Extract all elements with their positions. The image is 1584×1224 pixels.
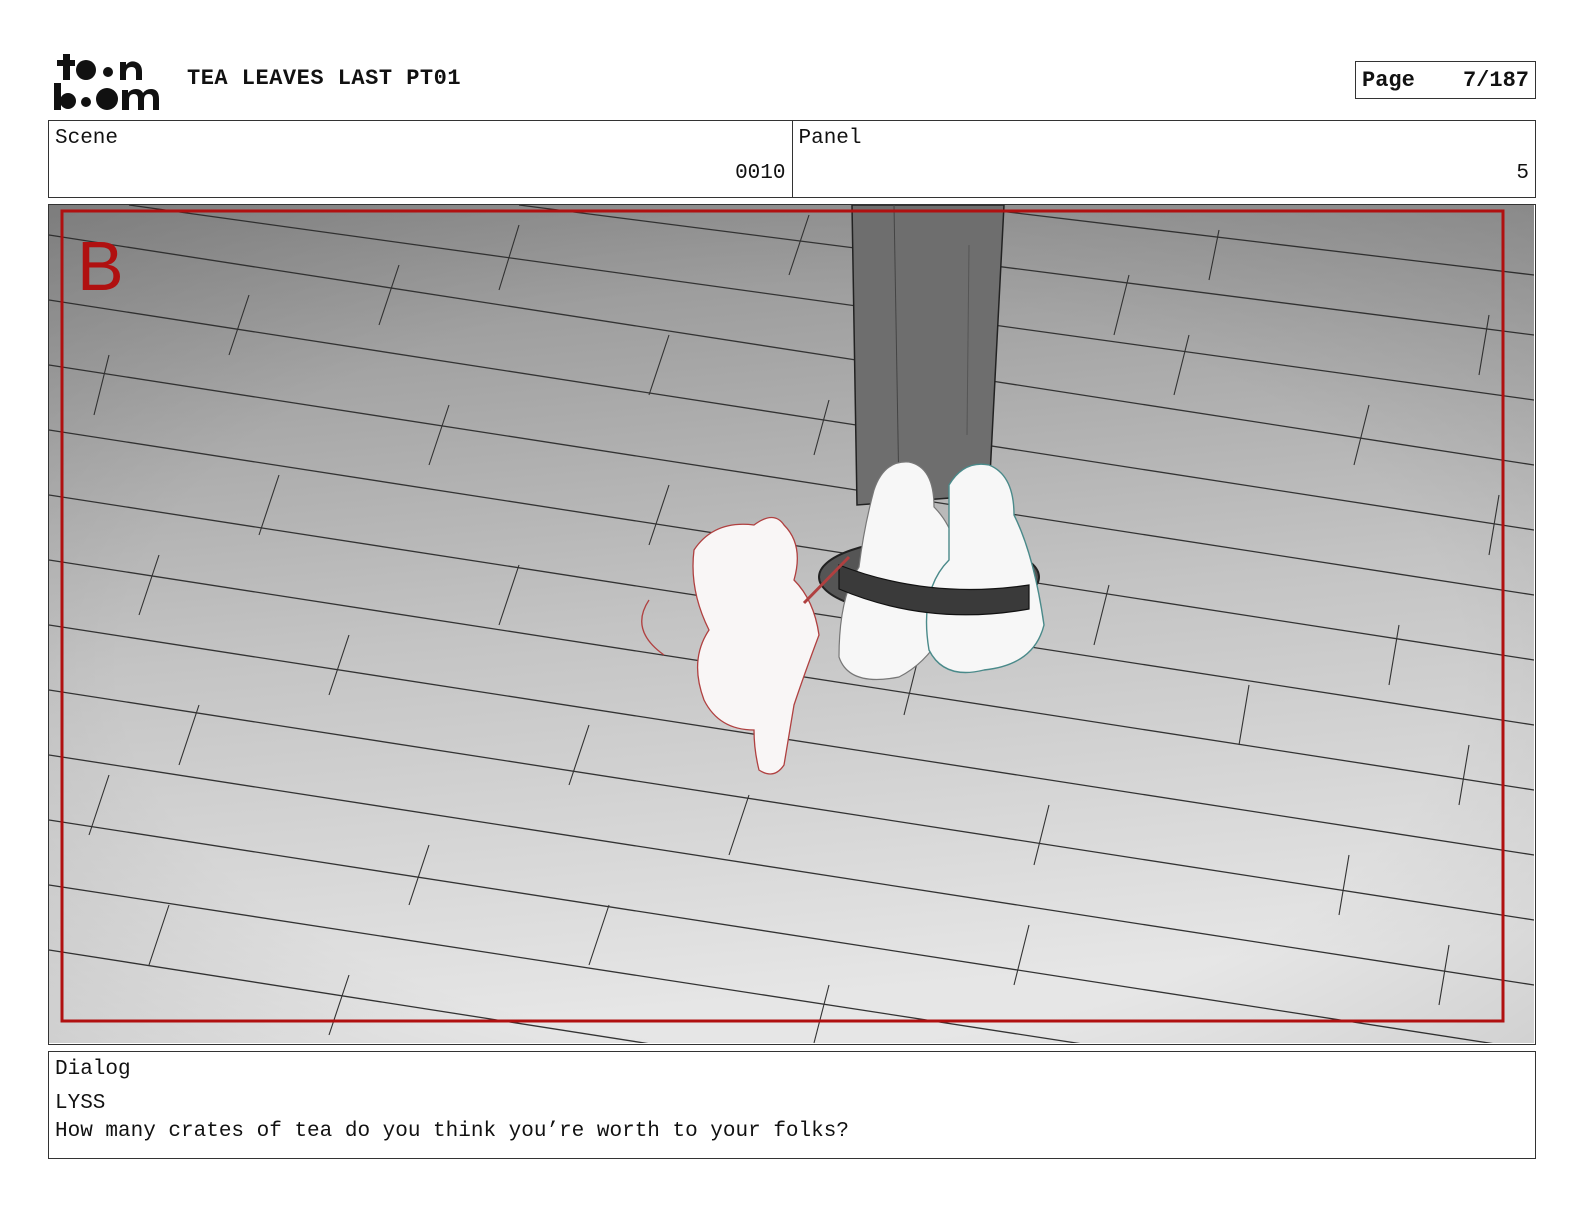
scene-cell: Scene 0010 bbox=[49, 121, 792, 197]
wooden-post bbox=[851, 205, 1005, 506]
dialog-box: Dialog LYSS How many crates of tea do yo… bbox=[48, 1051, 1536, 1159]
storyboard-panel-image: B bbox=[48, 204, 1536, 1045]
dialog-line: How many crates of tea do you think you’… bbox=[55, 1120, 849, 1143]
scene-panel-info: Scene 0010 Panel 5 bbox=[48, 120, 1536, 198]
panel-label: Panel bbox=[798, 127, 862, 150]
dialog-speaker: LYSS bbox=[55, 1092, 106, 1115]
scene-label: Scene bbox=[55, 127, 119, 150]
panel-cell: Panel 5 bbox=[791, 121, 1536, 197]
panel-drawing bbox=[49, 205, 1534, 1043]
panel-number: 5 bbox=[1516, 162, 1529, 185]
page-number: 7/187 bbox=[1462, 67, 1529, 93]
panel-marker: B bbox=[77, 227, 124, 305]
scene-number: 0010 bbox=[735, 162, 786, 185]
page-label: Page bbox=[1362, 67, 1415, 93]
page-indicator: Page 7/187 bbox=[1355, 61, 1536, 99]
storyboard-title: TEA LEAVES LAST PT01 bbox=[187, 66, 462, 91]
toon-boom-logo bbox=[54, 54, 159, 110]
dialog-label: Dialog bbox=[55, 1058, 131, 1081]
